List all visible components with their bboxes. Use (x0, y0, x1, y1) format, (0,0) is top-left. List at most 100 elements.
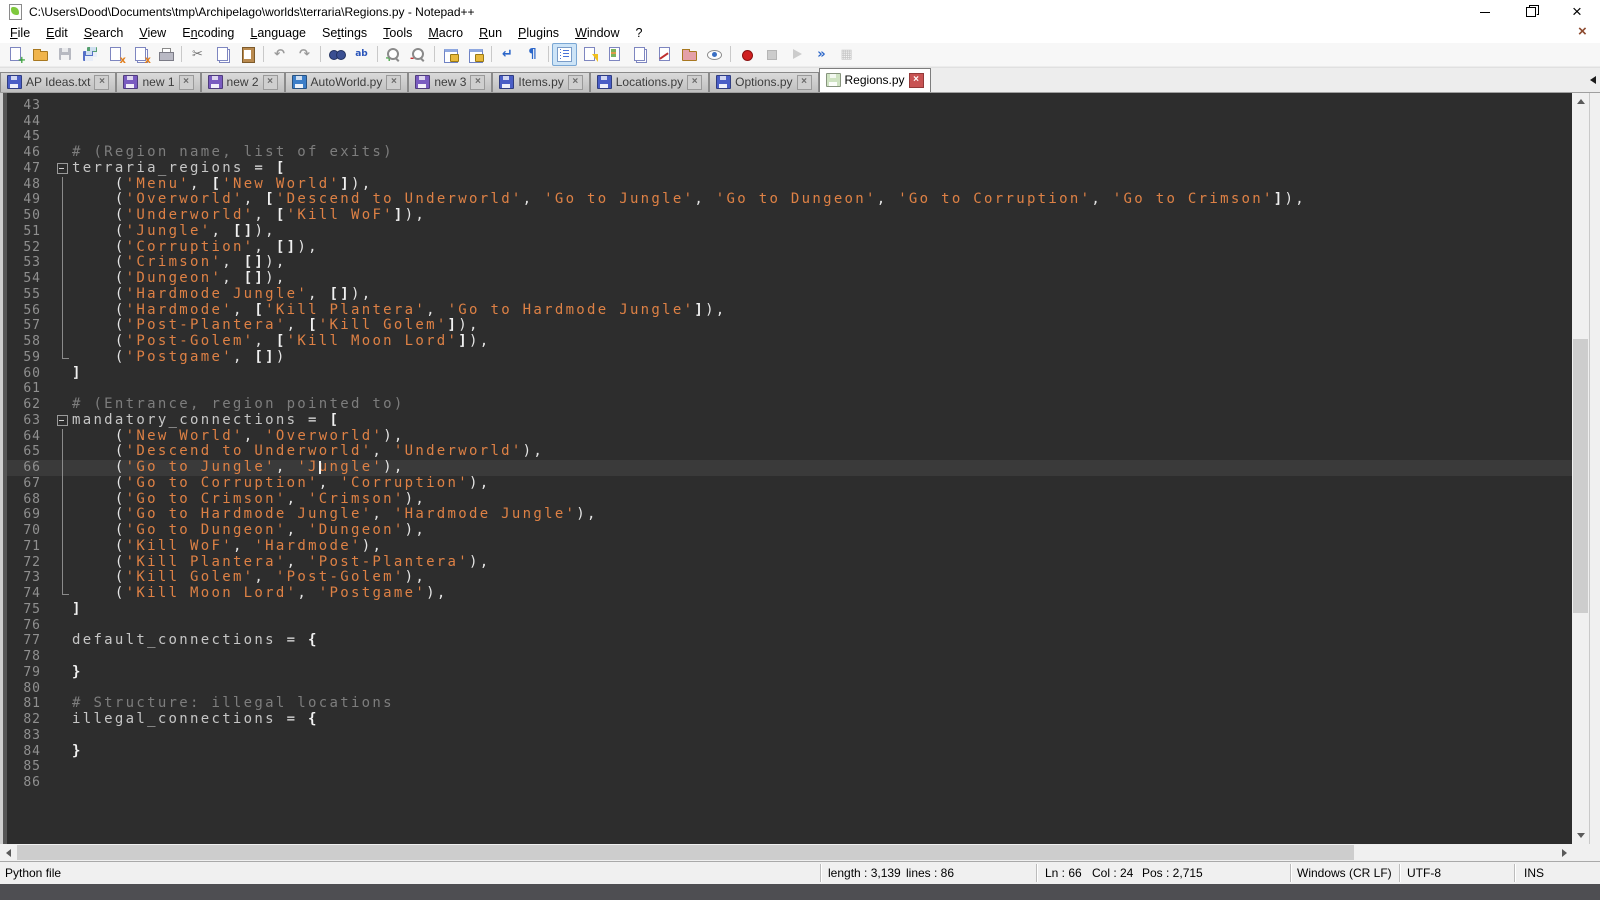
close-button[interactable]: x (103, 43, 128, 66)
code-line-77[interactable]: 77default_connections = { (7, 633, 1572, 649)
tab-new-2[interactable]: new 2 (201, 72, 285, 92)
menu-language[interactable]: Language (242, 25, 314, 41)
save-button[interactable] (53, 43, 78, 66)
code-line-65[interactable]: 65 ('Descend to Underworld', 'Underworld… (7, 444, 1572, 460)
editor[interactable]: 43444546# (Region name, list of exits)47… (0, 92, 1600, 844)
code-line-52[interactable]: 52 ('Corruption', []), (7, 240, 1572, 256)
macro-stop-button[interactable] (759, 43, 784, 66)
tab-close-icon[interactable] (263, 75, 278, 90)
code-line-69[interactable]: 69 ('Go to Hardmode Jungle', 'Hardmode J… (7, 507, 1572, 523)
code-line-71[interactable]: 71 ('Kill WoF', 'Hardmode'), (7, 539, 1572, 555)
tab-new-3[interactable]: new 3 (408, 72, 492, 92)
tab-close-icon[interactable] (909, 73, 924, 88)
macro-record-button[interactable] (734, 43, 759, 66)
code-line-82[interactable]: 82illegal_connections = { (7, 712, 1572, 728)
macro-play-button[interactable] (784, 43, 809, 66)
menu-settings[interactable]: Settings (314, 25, 375, 41)
sync-vertical-scroll-button[interactable] (438, 43, 463, 66)
code-line-79[interactable]: 79} (7, 665, 1572, 681)
code-line-78[interactable]: 78 (7, 649, 1572, 665)
tab-close-icon[interactable] (94, 75, 109, 90)
vertical-scrollbar-thumb[interactable] (1573, 339, 1588, 613)
tab-items-py[interactable]: Items.py (492, 72, 589, 92)
status-encoding[interactable]: UTF-8 (1407, 866, 1441, 880)
tab-options-py[interactable]: Options.py (709, 72, 818, 92)
code-line-46[interactable]: 46# (Region name, list of exits) (7, 145, 1572, 161)
print-button[interactable] (153, 43, 178, 66)
sync-horizontal-scroll-button[interactable] (463, 43, 488, 66)
tab-autoworld-py[interactable]: AutoWorld.py (285, 72, 409, 92)
restore-button[interactable] (1508, 0, 1554, 24)
status-insert-mode[interactable]: INS (1524, 866, 1544, 880)
code-line-49[interactable]: 49 ('Overworld', ['Descend to Underworld… (7, 192, 1572, 208)
code-line-51[interactable]: 51 ('Jungle', []), (7, 224, 1572, 240)
code-line-76[interactable]: 76 (7, 618, 1572, 634)
tab-close-icon[interactable] (386, 75, 401, 90)
code-line-54[interactable]: 54 ('Dungeon', []), (7, 271, 1572, 287)
fold-collapse-marker[interactable] (41, 161, 69, 177)
menu-view[interactable]: View (131, 25, 174, 41)
status-eol-format[interactable]: Windows (CR LF) (1297, 866, 1392, 880)
menu-encoding[interactable]: Encoding (174, 25, 242, 41)
code-line-72[interactable]: 72 ('Kill Plantera', 'Post-Plantera'), (7, 555, 1572, 571)
code-line-58[interactable]: 58 ('Post-Golem', ['Kill Moon Lord']), (7, 334, 1572, 350)
menu-search[interactable]: Search (76, 25, 132, 41)
code-line-68[interactable]: 68 ('Go to Crimson', 'Crimson'), (7, 492, 1572, 508)
word-wrap-button[interactable]: ↵ (495, 43, 520, 66)
function-list-button[interactable] (577, 43, 602, 66)
code-line-43[interactable]: 43 (7, 98, 1572, 114)
code-line-86[interactable]: 86 (7, 775, 1572, 791)
scroll-right-arrow[interactable] (1556, 844, 1573, 861)
zoom-in-button[interactable]: + (381, 43, 406, 66)
code-line-55[interactable]: 55 ('Hardmode Jungle', []), (7, 287, 1572, 303)
code-line-56[interactable]: 56 ('Hardmode', ['Kill Plantera', 'Go to… (7, 303, 1572, 319)
menu-file[interactable]: File (2, 25, 38, 41)
menu-help[interactable]: ? (628, 25, 651, 41)
code-line-47[interactable]: 47terraria_regions = [ (7, 161, 1572, 177)
tab-regions-py[interactable]: Regions.py (819, 68, 931, 92)
code-line-48[interactable]: 48 ('Menu', ['New World']), (7, 177, 1572, 193)
macro-run-multiple-button[interactable]: » (809, 43, 834, 66)
code-line-73[interactable]: 73 ('Kill Golem', 'Post-Golem'), (7, 570, 1572, 586)
menu-plugins[interactable]: Plugins (510, 25, 567, 41)
code-line-62[interactable]: 62# (Entrance, region pointed to) (7, 397, 1572, 413)
menu-window[interactable]: Window (567, 25, 627, 41)
tab-locations-py[interactable]: Locations.py (590, 72, 709, 92)
menu-edit[interactable]: Edit (38, 25, 76, 41)
close-document-x-button[interactable] (1578, 25, 1592, 39)
zoom-out-button[interactable]: - (406, 43, 431, 66)
tab-close-icon[interactable] (568, 75, 583, 90)
document-map-button[interactable] (602, 43, 627, 66)
tab-close-icon[interactable] (179, 75, 194, 90)
scroll-up-arrow[interactable] (1572, 93, 1589, 110)
menu-run[interactable]: Run (471, 25, 510, 41)
save-all-button[interactable] (78, 43, 103, 66)
menu-macro[interactable]: Macro (420, 25, 471, 41)
close-all-button[interactable]: x (128, 43, 153, 66)
code-line-64[interactable]: 64 ('New World', 'Overworld'), (7, 429, 1572, 445)
tab-close-icon[interactable] (797, 75, 812, 90)
menu-tools[interactable]: Tools (375, 25, 420, 41)
minimize-button[interactable] (1462, 0, 1508, 24)
code-line-85[interactable]: 85 (7, 759, 1572, 775)
scroll-down-arrow[interactable] (1572, 827, 1589, 844)
macro-save-button[interactable]: ▦ (834, 43, 859, 66)
tab-list-arrow-icon[interactable] (1590, 76, 1596, 84)
redo-button[interactable]: ↷ (292, 43, 317, 66)
close-button[interactable] (1554, 0, 1600, 24)
code-line-83[interactable]: 83 (7, 728, 1572, 744)
code-line-60[interactable]: 60] (7, 366, 1572, 382)
code-area[interactable]: 43444546# (Region name, list of exits)47… (7, 93, 1572, 844)
cut-button[interactable]: ✂ (185, 43, 210, 66)
indent-guide-button[interactable] (552, 43, 577, 66)
code-line-44[interactable]: 44 (7, 114, 1572, 130)
undo-button[interactable]: ↶ (267, 43, 292, 66)
paste-button[interactable] (235, 43, 260, 66)
code-line-84[interactable]: 84} (7, 744, 1572, 760)
user-defined-language-button[interactable] (652, 43, 677, 66)
scroll-left-arrow[interactable] (0, 844, 17, 861)
code-line-80[interactable]: 80 (7, 681, 1572, 697)
code-line-81[interactable]: 81# Structure: illegal locations (7, 696, 1572, 712)
tab-close-icon[interactable] (687, 75, 702, 90)
document-switcher-button[interactable] (627, 43, 652, 66)
